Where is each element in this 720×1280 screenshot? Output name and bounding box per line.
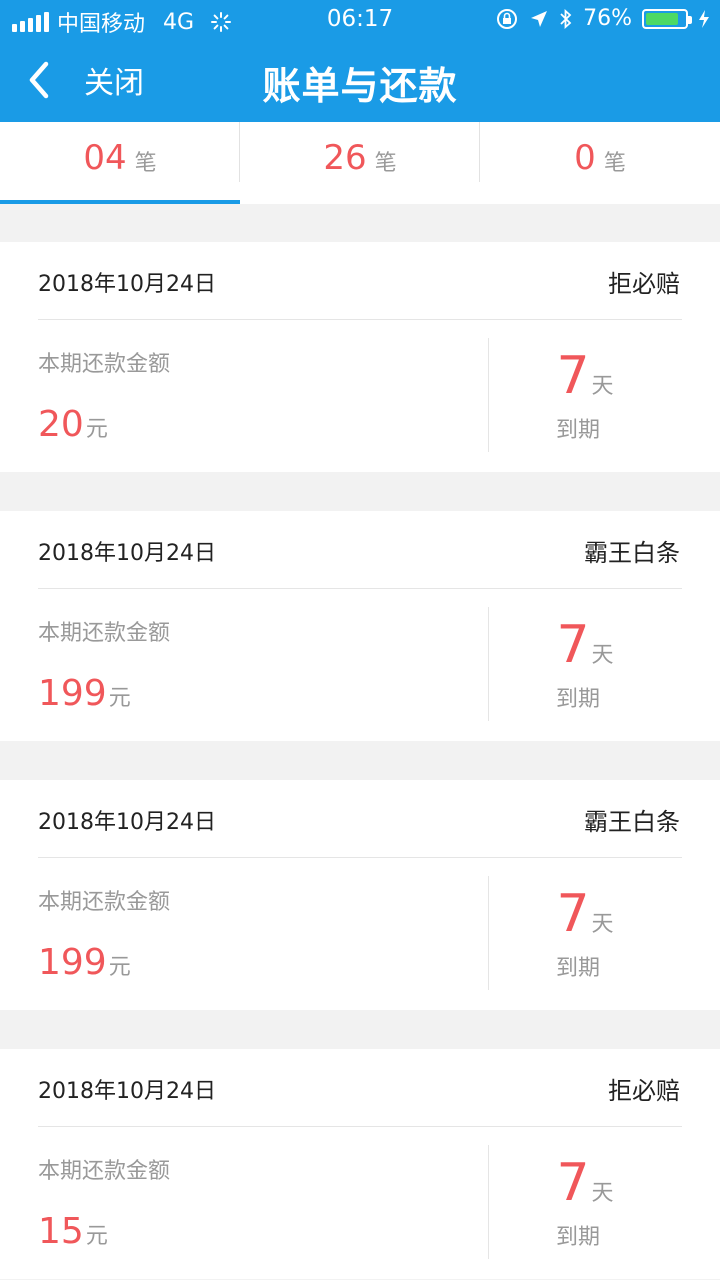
bill-lender: 拒必赔 (608, 270, 680, 298)
due-days: 7 (556, 1153, 590, 1213)
tab-2[interactable]: 0 笔 (480, 122, 720, 204)
bill-card[interactable]: 2018年10月24日 霸王白条 本期还款金额 199 元 7 天 到期 (0, 511, 720, 741)
day-unit: 天 (591, 643, 614, 668)
due-info: 7 天 到期 (488, 1157, 682, 1251)
nav-bar: 关闭 账单与还款 (0, 40, 720, 122)
due-label: 到期 (555, 418, 600, 443)
tab-count: 26 (323, 138, 367, 178)
tab-count: 0 (574, 138, 596, 178)
tab-1[interactable]: 26 笔 (240, 122, 480, 204)
top-bar: 中国移动 4G 06:17 76% 关闭 账单与还款 (0, 0, 720, 122)
page-title: 账单与还款 (262, 64, 458, 108)
divider (38, 1126, 682, 1127)
tab-count: 04 (83, 138, 127, 178)
tab-bar: 04 笔 26 笔 0 笔 (0, 122, 720, 204)
currency-unit: 元 (108, 686, 131, 711)
tab-unit: 笔 (374, 151, 397, 176)
amount: 199 元 (38, 942, 131, 983)
bluetooth-icon (560, 8, 572, 29)
charging-icon (699, 9, 709, 28)
due-label: 到期 (555, 1225, 600, 1250)
amount: 15 元 (38, 1211, 108, 1252)
bill-lender: 拒必赔 (608, 1077, 680, 1105)
battery-icon (642, 8, 692, 29)
status-bar: 中国移动 4G 06:17 76% (0, 0, 720, 40)
amount: 20 元 (38, 404, 108, 445)
tab-0[interactable]: 04 笔 (0, 122, 240, 204)
divider (38, 588, 682, 589)
amount-value: 199 (38, 673, 107, 714)
bill-date: 2018年10月24日 (38, 541, 216, 566)
currency-unit: 元 (108, 955, 131, 980)
amount-value: 15 (38, 1211, 84, 1252)
bill-date: 2018年10月24日 (38, 1079, 216, 1104)
currency-unit: 元 (85, 1224, 108, 1249)
amount-label: 本期还款金额 (38, 621, 171, 646)
divider (38, 857, 682, 858)
tab-unit: 笔 (134, 151, 157, 176)
due-days: 7 (556, 884, 590, 944)
location-icon (531, 10, 548, 27)
bill-date: 2018年10月24日 (38, 272, 216, 297)
day-unit: 天 (591, 1181, 614, 1206)
due-info: 7 天 到期 (488, 888, 682, 982)
rotation-lock-icon (497, 8, 518, 29)
due-info: 7 天 到期 (488, 350, 682, 444)
bill-lender: 霸王白条 (584, 539, 680, 567)
active-tab-indicator (0, 200, 240, 204)
due-info: 7 天 到期 (488, 619, 682, 713)
bill-card[interactable]: 2018年10月24日 霸王白条 本期还款金额 199 元 7 天 到期 (0, 780, 720, 1010)
due-label: 到期 (555, 956, 600, 981)
amount-value: 199 (38, 942, 107, 983)
battery-percent: 76% (583, 6, 632, 31)
amount-label: 本期还款金额 (38, 1159, 171, 1184)
day-unit: 天 (591, 374, 614, 399)
amount: 199 元 (38, 673, 131, 714)
bill-card[interactable]: 2018年10月24日 拒必赔 本期还款金额 20 元 7 天 到期 (0, 242, 720, 472)
currency-unit: 元 (85, 417, 108, 442)
amount-value: 20 (38, 404, 84, 445)
due-days: 7 (556, 346, 590, 406)
day-unit: 天 (591, 912, 614, 937)
due-days: 7 (556, 615, 590, 675)
amount-label: 本期还款金额 (38, 890, 171, 915)
tab-unit: 笔 (603, 151, 626, 176)
bill-lender: 霸王白条 (584, 808, 680, 836)
bill-date: 2018年10月24日 (38, 810, 216, 835)
due-label: 到期 (555, 687, 600, 712)
amount-label: 本期还款金额 (38, 352, 171, 377)
bill-card[interactable]: 2018年10月24日 拒必赔 本期还款金额 15 元 7 天 到期 (0, 1049, 720, 1279)
divider (38, 319, 682, 320)
